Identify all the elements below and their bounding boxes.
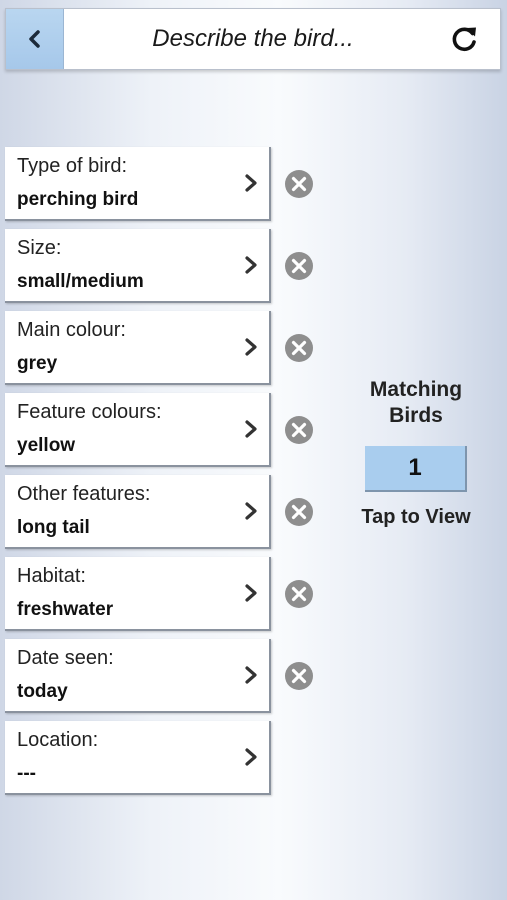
field-value: --- <box>17 763 36 784</box>
navigation-bar: Describe the bird... <box>5 8 501 70</box>
field-type-of-bird[interactable]: Type of bird: perching bird <box>5 147 271 221</box>
field-value: freshwater <box>17 599 114 620</box>
clear-icon[interactable] <box>284 169 314 199</box>
chevron-right-icon <box>245 338 257 356</box>
tap-to-view-link[interactable]: Tap to View <box>345 506 487 529</box>
clear-icon[interactable] <box>284 251 314 281</box>
field-label: Feature colours: <box>17 401 162 423</box>
matching-heading-line: Matching <box>369 378 463 401</box>
chevron-right-icon <box>245 666 257 684</box>
field-main-colour[interactable]: Main colour: grey <box>5 311 271 385</box>
refresh-icon <box>452 27 476 52</box>
field-date-seen[interactable]: Date seen: today <box>5 639 271 713</box>
field-size[interactable]: Size: small/medium <box>5 229 271 303</box>
field-feature-colours[interactable]: Feature colours: yellow <box>5 393 271 467</box>
field-location[interactable]: Location: --- <box>5 721 271 795</box>
field-label: Date seen: <box>17 647 114 669</box>
field-label: Main colour: <box>17 319 126 341</box>
chevron-right-icon <box>245 420 257 438</box>
match-count-button[interactable]: 1 <box>365 446 467 492</box>
clear-icon[interactable] <box>284 497 314 527</box>
field-label: Other features: <box>17 483 151 505</box>
chevron-right-icon <box>245 584 257 602</box>
field-value: perching bird <box>17 189 139 210</box>
clear-icon[interactable] <box>284 333 314 363</box>
field-label: Type of bird: <box>17 155 128 177</box>
chevron-right-icon <box>245 748 257 766</box>
field-label: Location: <box>17 729 99 751</box>
chevron-right-icon <box>245 502 257 520</box>
clear-icon[interactable] <box>284 661 314 691</box>
field-habitat[interactable]: Habitat: freshwater <box>5 557 271 631</box>
field-label: Habitat: <box>17 565 86 587</box>
field-value: long tail <box>17 517 90 538</box>
field-value: small/medium <box>17 271 144 292</box>
field-value: yellow <box>17 435 76 456</box>
chevron-left-icon <box>28 30 40 48</box>
chevron-right-icon <box>245 256 257 274</box>
matching-birds-heading: Matching Birds <box>345 377 487 429</box>
clear-icon[interactable] <box>284 579 314 609</box>
field-other-features[interactable]: Other features: long tail <box>5 475 271 549</box>
field-value: grey <box>17 353 58 374</box>
page-title: Describe the bird... <box>152 25 354 52</box>
field-value: today <box>17 681 68 702</box>
clear-icon[interactable] <box>284 415 314 445</box>
field-label: Size: <box>17 237 62 259</box>
refresh-button[interactable] <box>448 22 482 56</box>
chevron-right-icon <box>245 174 257 192</box>
back-button[interactable] <box>6 9 64 69</box>
matching-heading-line: Birds <box>389 404 443 427</box>
